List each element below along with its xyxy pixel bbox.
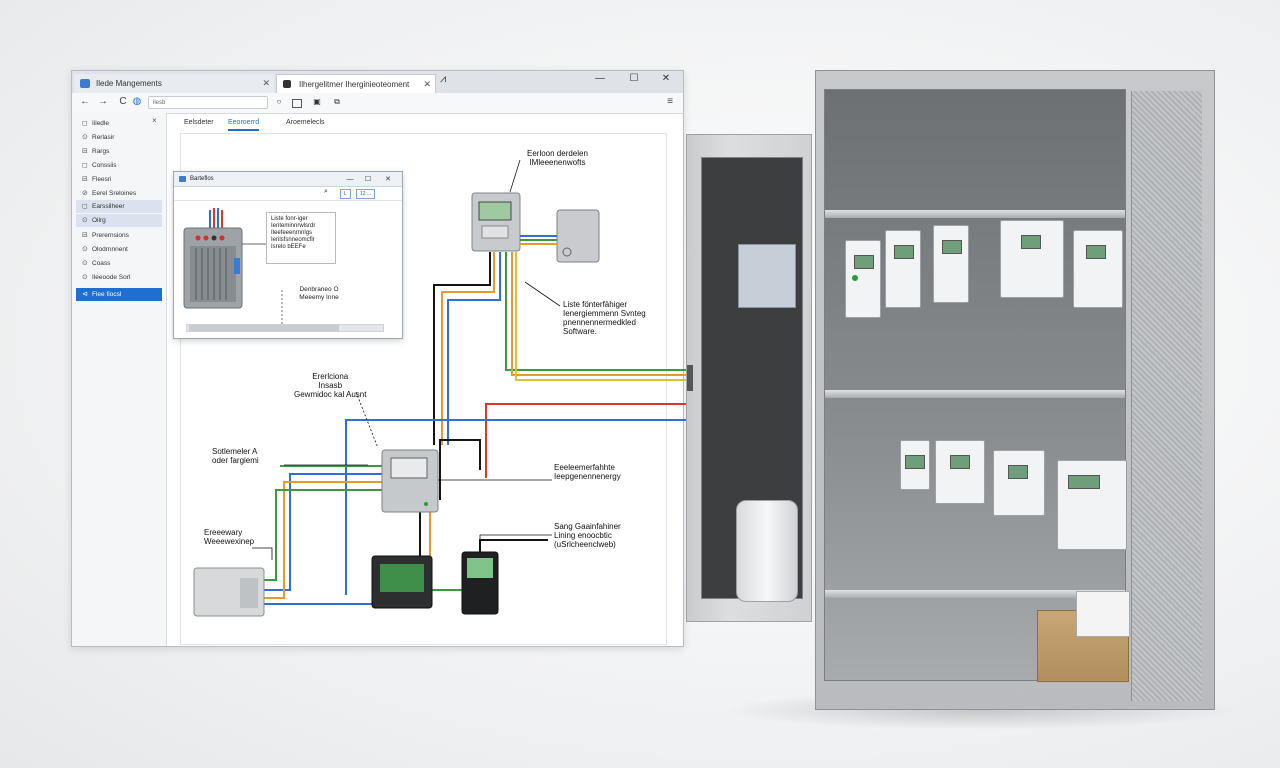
meter-module <box>993 450 1045 516</box>
annotation-line: (uSrlcheenclweb) <box>554 540 616 549</box>
control-panel-module <box>1057 460 1127 550</box>
door-latch-icon <box>687 365 693 391</box>
annotation-line: Sang Gaainfahiner <box>554 522 621 531</box>
meter-module <box>1073 230 1123 308</box>
modem-device <box>193 567 265 617</box>
annotation-center: Ererlciona Insasb Gewmidoc kal Ausnt <box>294 372 366 399</box>
annotation-line: Lining enoocbtic <box>554 531 612 540</box>
cabinet-shelf <box>825 210 1125 218</box>
annotation-line: Sotlemeler A <box>212 447 258 456</box>
annotation-line: Eeeleemerfahhte <box>554 463 615 472</box>
annotation-line: Ereeewary <box>204 528 243 537</box>
annotation-line: oder fargiemi <box>212 456 259 465</box>
cylinder-component <box>736 500 798 602</box>
annotation-left-lower: Ereeewary Weeewexinep <box>204 528 254 546</box>
annotation-left-mid: Sotlemeler A oder fargiemi <box>212 447 259 465</box>
annotation-right-lower: Eeeleemerfahhte Ieepgenennenergy <box>554 463 621 481</box>
annotation-bottom-right: Sang Gaainfahiner Lining enoocbtic (uSrl… <box>554 522 621 549</box>
annotation-top-right: Eerloon derdelen IMleeenenwofts <box>527 149 588 167</box>
meter-module <box>845 240 881 318</box>
annotation-line: pnennennermedkled <box>563 318 636 327</box>
top-energy-meter <box>471 192 521 252</box>
electrical-cabinet <box>815 70 1215 710</box>
annotation-line: Insasb <box>318 381 343 390</box>
annotation-line: Ieepgenennenergy <box>554 472 621 481</box>
annotation-line: Software. <box>563 327 597 336</box>
central-energy-meter <box>381 449 439 513</box>
cabinet-shelf <box>825 390 1125 398</box>
cardboard-box <box>1037 591 1130 682</box>
meter-module <box>885 230 921 308</box>
annotation-line: Ererlciona <box>312 372 349 381</box>
cabinet-side-vent <box>1131 91 1202 701</box>
annotation-line: Liste fönterfähiger <box>563 300 628 309</box>
annotation-line: Eerloon derdelen <box>527 149 588 158</box>
display-meter <box>371 555 433 609</box>
annotation-right-mid: Liste fönterfähiger Ienergiemmenn Svnteg… <box>563 300 646 336</box>
door-junction-box <box>738 244 796 308</box>
cabinet-interior <box>824 89 1130 682</box>
annotation-line: IMleeenenwofts <box>529 158 586 167</box>
annotation-line: Weeewexinep <box>204 537 255 546</box>
meter-module <box>900 440 930 490</box>
annotation-line: Gewmidoc kal Ausnt <box>294 390 367 399</box>
meter-module <box>935 440 985 504</box>
annotation-line: Ienergiemmenn Svnteg <box>563 309 646 318</box>
meter-module <box>1000 220 1064 298</box>
handheld-meter <box>461 551 499 615</box>
meter-module <box>933 225 969 303</box>
